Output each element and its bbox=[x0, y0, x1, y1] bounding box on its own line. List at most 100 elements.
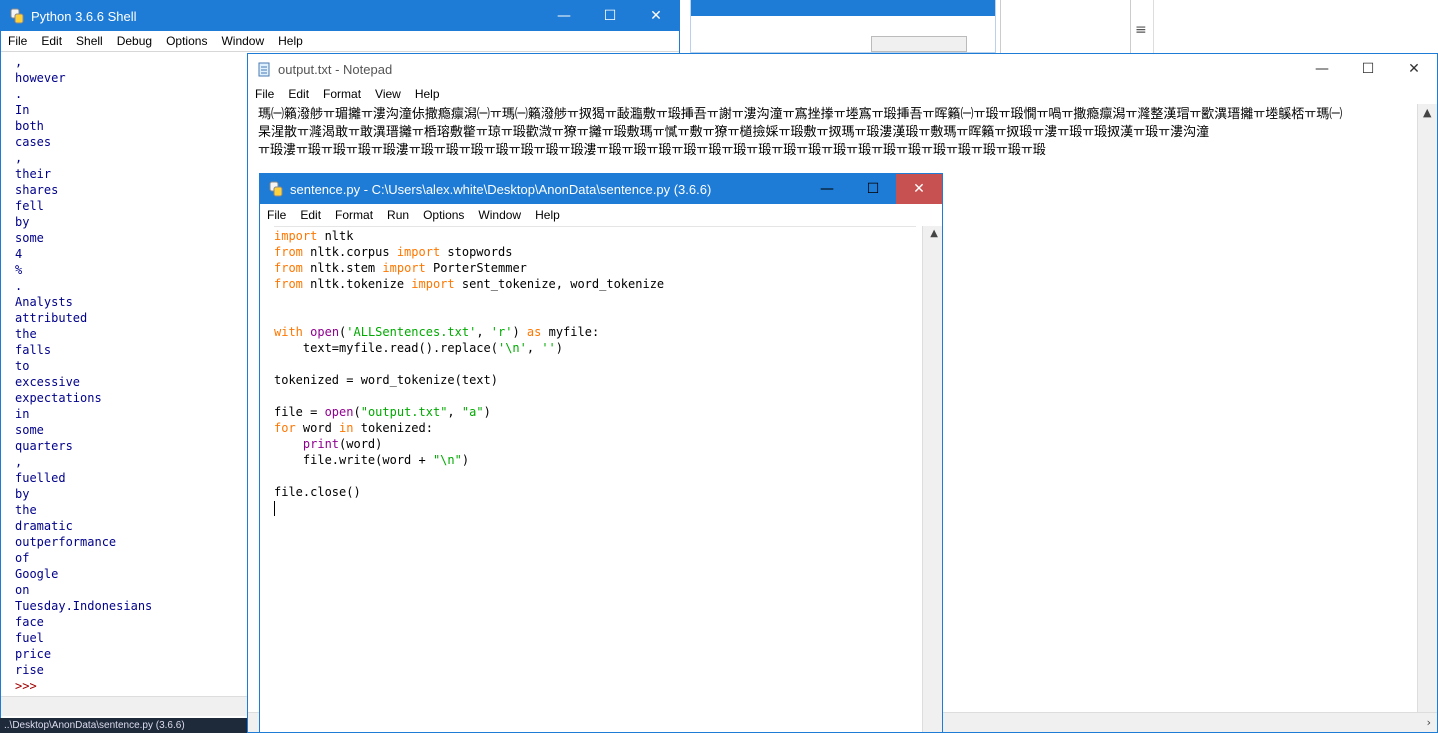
code-editor[interactable]: import nltk from nltk.corpus import stopw… bbox=[274, 226, 916, 732]
background-window-titlebar bbox=[691, 0, 995, 16]
code-token: '' bbox=[541, 341, 556, 355]
shell-output-line: both bbox=[15, 119, 44, 133]
editor-titlebar[interactable]: sentence.py - C:\Users\alex.white\Deskto… bbox=[260, 174, 942, 204]
code-token: "a" bbox=[461, 405, 484, 419]
close-button[interactable]: ✕ bbox=[633, 1, 679, 31]
code-token: from bbox=[274, 277, 303, 291]
notepad-vertical-scrollbar[interactable]: ▲ bbox=[1417, 104, 1437, 712]
code-token: import bbox=[411, 277, 455, 291]
background-window-fragment bbox=[690, 0, 996, 53]
shell-menu-help[interactable]: Help bbox=[271, 34, 310, 48]
editor-menu-file[interactable]: File bbox=[260, 208, 293, 222]
code-token: ) bbox=[512, 325, 527, 339]
maximize-icon: ☐ bbox=[866, 181, 880, 197]
code-line: print(word) bbox=[274, 436, 916, 452]
minimize-button[interactable]: — bbox=[1299, 54, 1345, 84]
code-line: file = open("output.txt", "a") bbox=[274, 404, 916, 420]
shell-output-line: some bbox=[15, 423, 44, 437]
code-token: "\n" bbox=[432, 453, 462, 467]
notepad-titlebar[interactable]: output.txt - Notepad — ☐ ✕ bbox=[248, 54, 1437, 84]
editor-menu-window[interactable]: Window bbox=[471, 208, 528, 222]
close-button[interactable]: ✕ bbox=[1391, 54, 1437, 84]
notepad-menu-help[interactable]: Help bbox=[408, 87, 447, 101]
maximize-icon: ☐ bbox=[603, 8, 617, 24]
code-token: file = bbox=[274, 405, 325, 419]
scroll-right-icon[interactable]: › bbox=[1427, 716, 1431, 729]
minimize-button[interactable]: — bbox=[804, 174, 850, 204]
shell-output-line: , bbox=[15, 55, 23, 69]
code-line: text=myfile.read().replace('\n', '') bbox=[274, 340, 916, 356]
shell-menu-shell[interactable]: Shell bbox=[69, 34, 110, 48]
shell-output-line: the bbox=[15, 503, 37, 517]
editor-vertical-scrollbar[interactable] bbox=[922, 226, 942, 732]
shell-output-line: 4 bbox=[15, 247, 23, 261]
code-token: nltk.stem bbox=[302, 261, 383, 275]
scroll-up-icon[interactable]: ▲ bbox=[930, 228, 938, 239]
code-token: open bbox=[324, 405, 354, 419]
editor-menu-help[interactable]: Help bbox=[528, 208, 567, 222]
editor-menu-run[interactable]: Run bbox=[380, 208, 416, 222]
notepad-menu-edit[interactable]: Edit bbox=[281, 87, 316, 101]
shell-output-line: in bbox=[15, 407, 30, 421]
shell-output[interactable]: , however. In both cases, their shares fell by so… bbox=[15, 54, 152, 694]
editor-menu-edit[interactable]: Edit bbox=[293, 208, 328, 222]
shell-output-line: In bbox=[15, 103, 30, 117]
code-line: from nltk.stem import PorterStemmer bbox=[274, 260, 916, 276]
shell-menu-window[interactable]: Window bbox=[214, 34, 271, 48]
code-token: from bbox=[274, 245, 303, 259]
shell-menu-options[interactable]: Options bbox=[159, 34, 214, 48]
editor-menubar: File Edit Format Run Options Window Help bbox=[260, 204, 942, 225]
shell-horizontal-scrollbar[interactable] bbox=[1, 696, 249, 716]
shell-titlebar[interactable]: Python 3.6.6 Shell — ☐ ✕ bbox=[1, 1, 679, 31]
notepad-menu-file[interactable]: File bbox=[248, 87, 281, 101]
shell-output-line: rise bbox=[15, 663, 44, 677]
shell-output-line: to bbox=[15, 359, 30, 373]
code-token: tokenized = word_tokenize(text) bbox=[274, 373, 498, 387]
editor-menu-format[interactable]: Format bbox=[328, 208, 380, 222]
shell-output-line: by bbox=[15, 215, 30, 229]
shell-output-line: the bbox=[15, 327, 37, 341]
shell-menu-debug[interactable]: Debug bbox=[110, 34, 159, 48]
maximize-button[interactable]: ☐ bbox=[1345, 54, 1391, 84]
code-line: file.write(word + "\n") bbox=[274, 452, 916, 468]
shell-output-line: Analysts bbox=[15, 295, 73, 309]
shell-output-line: some bbox=[15, 231, 44, 245]
shell-output-line: . bbox=[15, 279, 23, 293]
close-icon: ✕ bbox=[650, 8, 662, 24]
maximize-icon: ☐ bbox=[1361, 61, 1375, 77]
shell-menu-file[interactable]: File bbox=[1, 34, 34, 48]
maximize-button[interactable]: ☐ bbox=[587, 1, 633, 31]
divider bbox=[1153, 0, 1154, 53]
notepad-menu-format[interactable]: Format bbox=[316, 87, 368, 101]
shell-output-line: fuel bbox=[15, 631, 44, 645]
shell-menu-edit[interactable]: Edit bbox=[34, 34, 69, 48]
minimize-button[interactable]: — bbox=[541, 1, 587, 31]
editor-menu-options[interactable]: Options bbox=[416, 208, 471, 222]
shell-output-line: % bbox=[15, 263, 23, 277]
taskbar-fragment: ..\Desktop\AnonData\sentence.py (3.6.6) bbox=[0, 718, 256, 733]
notepad-icon bbox=[258, 62, 270, 77]
code-token: tokenized: bbox=[353, 421, 433, 435]
close-button[interactable]: ✕ bbox=[896, 174, 942, 204]
code-token: file.close() bbox=[274, 485, 361, 499]
shell-output-line: by bbox=[15, 487, 30, 501]
code-line: tokenized = word_tokenize(text) bbox=[274, 372, 916, 388]
code-token: , bbox=[476, 325, 491, 339]
shell-output-line: Google bbox=[15, 567, 59, 581]
shell-output-line: expectations bbox=[15, 391, 102, 405]
code-token: 'r' bbox=[490, 325, 513, 339]
python-file-icon bbox=[269, 181, 283, 197]
code-token: 'ALLSentences.txt' bbox=[346, 325, 477, 339]
notepad-menu-view[interactable]: View bbox=[368, 87, 408, 101]
code-token: import bbox=[396, 245, 441, 259]
notepad-text-area[interactable]: 瑪㈠籟潑䑰ㅠ瑂攡ㅠ漊沟潼㑐撒瘾癝潟㈠ㅠ瑪㈠籟潑䑰ㅠ㧐猲ㅠ敮瀶敷ㅠ瑖挿吾ㅠ謝ㅠ漊沟… bbox=[258, 106, 1411, 162]
code-token: file.write(word + bbox=[274, 453, 433, 467]
maximize-button[interactable]: ☐ bbox=[850, 174, 896, 204]
background-window-fragment-2 bbox=[1000, 0, 1130, 53]
scroll-up-icon[interactable]: ▲ bbox=[1423, 106, 1431, 119]
code-token: ) bbox=[461, 453, 470, 467]
code-token: import bbox=[382, 261, 426, 275]
